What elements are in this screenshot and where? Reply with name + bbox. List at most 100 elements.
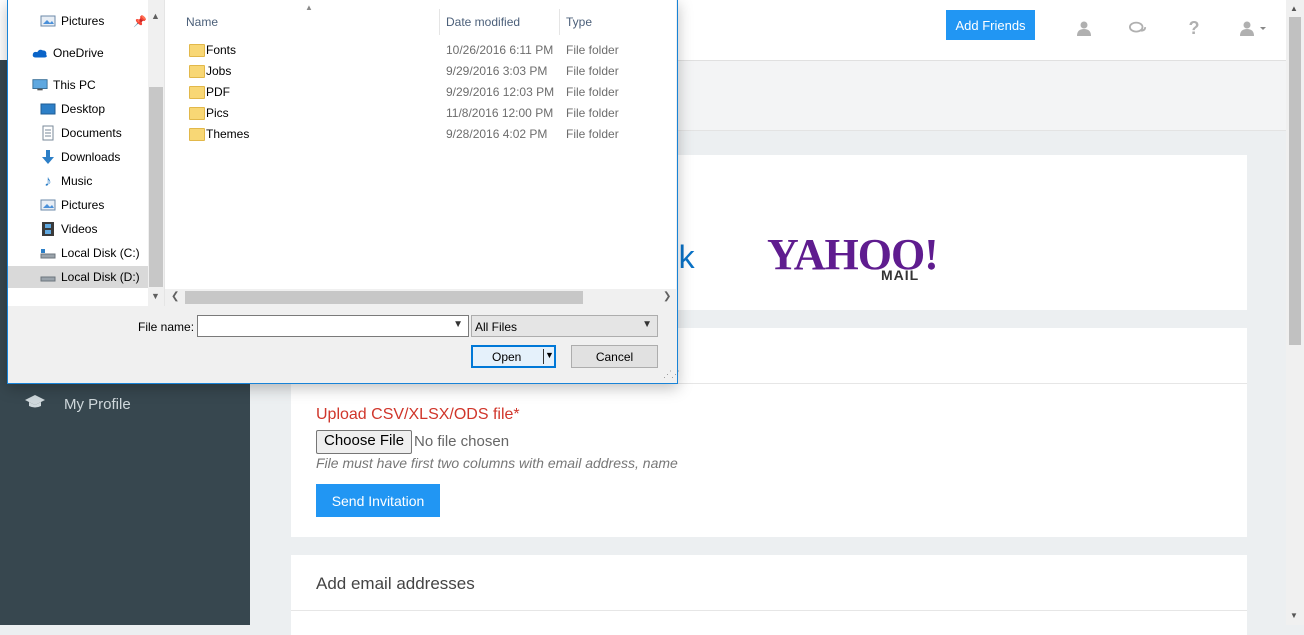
local-disk-icon xyxy=(40,269,56,285)
open-button-label: Open xyxy=(492,350,522,364)
file-date: 10/26/2016 6:11 PM xyxy=(446,43,554,57)
sidebar-item-my-profile[interactable]: My Profile xyxy=(24,394,131,414)
chevron-down-icon[interactable]: ▼ xyxy=(642,319,652,330)
nav-item-label: Local Disk (C:) xyxy=(61,246,140,260)
add-emails-card: Add email addresses xyxy=(291,555,1247,635)
nav-item-label: This PC xyxy=(53,78,96,92)
nav-item-videos[interactable]: Videos xyxy=(8,218,148,240)
column-header-type[interactable]: Type xyxy=(566,10,592,34)
chevron-down-icon[interactable]: ▼ xyxy=(151,291,160,301)
folder-icon xyxy=(189,44,205,57)
nav-item-onedrive[interactable]: OneDrive xyxy=(8,42,148,64)
nav-item-desktop[interactable]: Desktop xyxy=(8,98,148,120)
account-menu-icon[interactable] xyxy=(1238,19,1270,37)
cancel-button[interactable]: Cancel xyxy=(571,345,658,368)
column-header-name[interactable]: Name xyxy=(186,10,218,34)
nav-item-local-disk-d[interactable]: Local Disk (D:) xyxy=(8,266,148,288)
nav-item-label: Desktop xyxy=(61,102,106,116)
open-options-dropdown-icon[interactable]: ▼ xyxy=(545,350,554,360)
page-scrollbar[interactable]: ▲ ▼ xyxy=(1286,0,1304,625)
sidebar-item-label: My Profile xyxy=(64,395,131,413)
nav-item-documents[interactable]: Documents xyxy=(8,122,148,144)
chat-icon[interactable] xyxy=(1129,19,1147,37)
navigation-scrollbar[interactable]: ▲ ▼ xyxy=(148,0,164,306)
folder-icon xyxy=(189,128,205,141)
navigation-pane: Pictures 📌 OneDrive This PC Desktop Docu… xyxy=(8,0,164,306)
file-type: File folder xyxy=(566,106,619,120)
chevron-right-icon[interactable]: ❯ xyxy=(663,291,671,302)
file-date: 9/29/2016 3:03 PM xyxy=(446,64,548,78)
nav-item-pictures[interactable]: Pictures xyxy=(8,194,148,216)
folder-icon xyxy=(189,65,205,78)
file-type: File folder xyxy=(566,64,619,78)
upload-label: Upload CSV/XLSX/ODS file* xyxy=(316,406,520,423)
pictures-icon xyxy=(40,13,56,29)
pin-icon[interactable]: 📌 xyxy=(132,13,148,29)
chevron-up-icon[interactable]: ▲ xyxy=(151,11,160,21)
onedrive-icon xyxy=(32,45,48,61)
sort-ascending-icon: ▲ xyxy=(305,3,313,12)
nav-item-label: Local Disk (D:) xyxy=(61,270,140,284)
nav-item-pictures-pinned[interactable]: Pictures 📌 xyxy=(8,10,148,32)
file-row[interactable]: Themes 9/28/2016 4:02 PM File folder xyxy=(165,124,676,145)
nav-item-label: Pictures xyxy=(61,14,105,28)
local-disk-icon xyxy=(40,245,56,261)
file-type: File folder xyxy=(566,127,619,141)
file-type-filter[interactable]: All Files ▼ xyxy=(471,315,658,337)
file-name: Jobs xyxy=(206,64,232,78)
add-friends-button[interactable]: Add Friends xyxy=(946,10,1035,40)
chevron-down-icon[interactable]: ▼ xyxy=(453,319,463,330)
file-row[interactable]: Fonts 10/26/2016 6:11 PM File folder xyxy=(165,40,676,61)
graduation-cap-icon xyxy=(24,394,46,414)
file-row[interactable]: PDF 9/29/2016 12:03 PM File folder xyxy=(165,82,676,103)
yahoo-mail-logo[interactable]: YAHOO! MAIL xyxy=(767,231,939,287)
column-header-date-modified[interactable]: Date modified xyxy=(446,10,520,34)
column-separator[interactable] xyxy=(439,9,440,35)
horizontal-scrollbar-thumb[interactable] xyxy=(185,291,583,304)
file-type: File folder xyxy=(566,43,619,57)
file-name: Fonts xyxy=(206,43,237,57)
upload-hint: File must have first two columns with em… xyxy=(316,455,678,471)
nav-item-label: Downloads xyxy=(61,150,121,164)
file-type-filter-value: All Files xyxy=(475,320,518,334)
open-button[interactable]: Open ▼ xyxy=(471,345,556,368)
file-row[interactable]: Pics 11/8/2016 12:00 PM File folder xyxy=(165,103,676,124)
nav-item-downloads[interactable]: Downloads xyxy=(8,146,148,168)
scroll-up-arrow-icon[interactable]: ▲ xyxy=(1290,4,1298,13)
nav-item-this-pc[interactable]: This PC xyxy=(8,74,148,96)
file-row[interactable]: Jobs 9/29/2016 3:03 PM File folder xyxy=(165,61,676,82)
nav-item-local-disk-c[interactable]: Local Disk (C:) xyxy=(8,242,148,264)
no-file-chosen-text: No file chosen xyxy=(414,433,510,450)
file-name-combobox[interactable]: ▼ xyxy=(197,315,469,337)
pictures-icon xyxy=(40,197,56,213)
nav-item-music[interactable]: ♪ Music xyxy=(8,170,148,192)
desktop-icon xyxy=(40,101,56,117)
nav-item-label: Music xyxy=(61,174,93,188)
page-scrollbar-thumb[interactable] xyxy=(1289,17,1301,345)
navigation-scrollbar-thumb[interactable] xyxy=(149,87,163,287)
file-name: Themes xyxy=(206,127,250,141)
file-date: 9/28/2016 4:02 PM xyxy=(446,127,548,141)
file-list-horizontal-scrollbar[interactable]: ❮ ❯ xyxy=(165,289,676,306)
file-name-label: File name: xyxy=(138,320,195,334)
help-icon[interactable]: ? xyxy=(1185,18,1203,38)
file-name: Pics xyxy=(206,106,229,120)
videos-icon xyxy=(40,221,56,237)
scroll-down-arrow-icon[interactable]: ▼ xyxy=(1290,611,1298,620)
folder-icon xyxy=(189,107,205,120)
chevron-left-icon[interactable]: ❮ xyxy=(171,291,179,302)
send-invitation-button[interactable]: Send Invitation xyxy=(316,484,440,517)
music-icon: ♪ xyxy=(44,172,52,190)
choose-file-button[interactable]: Choose File xyxy=(316,430,413,454)
nav-item-label: Videos xyxy=(61,222,98,236)
file-type: File folder xyxy=(566,85,619,99)
column-separator[interactable] xyxy=(559,9,560,35)
file-name: PDF xyxy=(206,85,230,99)
card-divider xyxy=(291,610,1247,611)
resize-grip-icon[interactable]: ⋰⋰ xyxy=(663,369,680,380)
nav-item-label: Documents xyxy=(61,126,122,140)
file-open-dialog: Pictures 📌 OneDrive This PC Desktop Docu… xyxy=(7,0,680,384)
file-list-pane: ▲ Name Date modified Type Fonts 10/26/20… xyxy=(165,0,676,306)
documents-icon xyxy=(40,125,56,141)
user-icon[interactable] xyxy=(1075,19,1093,37)
